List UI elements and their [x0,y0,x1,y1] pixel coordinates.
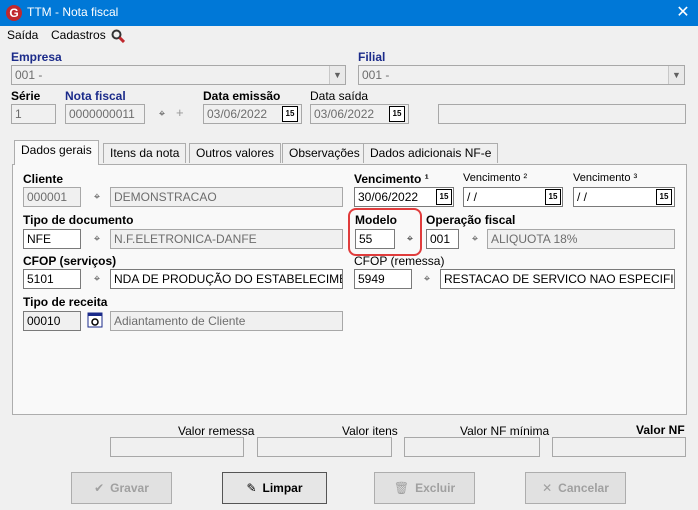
operacao-fiscal-label: Operação fiscal [426,213,516,227]
operacao-fiscal-code-field[interactable]: 001 [426,229,459,249]
close-icon[interactable]: ✕ [672,2,694,24]
valor-nf-minima-label: Valor NF mínima [460,424,550,438]
search-list-icon[interactable] [87,312,103,328]
cliente-name-field: DEMONSTRACAO [110,187,343,207]
tipo-documento-label: Tipo de documento [23,213,134,227]
binoculars-icon[interactable]: ⌖ [155,108,169,120]
chevron-down-icon[interactable]: ▼ [668,66,684,84]
binoculars-icon[interactable]: ⌖ [468,233,482,245]
vencimento1-label: Vencimento ¹ [354,172,429,186]
menu-bar: Saída Cadastros [0,26,698,46]
calendar-icon[interactable]: 15 [436,189,452,205]
tipo-documento-code-field[interactable]: NFE [23,229,81,249]
plus-icon[interactable]: + [176,105,184,120]
brush-icon: ✎ [246,481,257,495]
vencimento3-label: Vencimento ³ [573,172,638,184]
empresa-combo[interactable]: 001 - ▼ [11,65,346,85]
calendar-icon[interactable]: 15 [545,189,561,205]
tipo-receita-label: Tipo de receita [23,295,108,309]
valor-itens-field [257,437,392,457]
status-field [438,104,686,124]
tab-dados-adicionais-nfe[interactable]: Dados adicionais NF-e [363,143,499,163]
valor-nf-minima-field [404,437,540,457]
operacao-fiscal-name-field: ALIQUOTA 18% [487,229,675,249]
chevron-down-icon[interactable]: ▼ [329,66,345,84]
window-title: TTM - Nota fiscal [27,5,119,19]
data-saida-label: Data saída [310,89,369,103]
menu-cadastros[interactable]: Cadastros [51,28,106,42]
excluir-button[interactable]: 🗑 Excluir [374,472,475,504]
menu-saida[interactable]: Saída [7,28,38,42]
tipo-receita-name-field: Adiantamento de Cliente [110,311,343,331]
tab-dados-gerais[interactable]: Dados gerais [14,140,99,165]
binoculars-icon[interactable]: ⌖ [90,233,104,245]
limpar-button[interactable]: ✎ Limpar [222,472,327,504]
cliente-code-field[interactable]: 000001 [23,187,81,207]
trash-icon: 🗑 [393,481,410,495]
nota-fiscal-label: Nota fiscal [65,89,126,103]
gravar-button[interactable]: ✔ Gravar [71,472,172,504]
valor-nf-label: Valor NF [636,423,685,437]
tipo-documento-name-field: N.F.ELETRONICA-DANFE [110,229,343,249]
tab-itens-da-nota[interactable]: Itens da nota [103,143,187,163]
tab-observacoes[interactable]: Observações [282,143,367,163]
binoculars-icon[interactable]: ⌖ [420,273,434,285]
valor-itens-label: Valor itens [342,424,398,438]
valor-remessa-label: Valor remessa [178,424,255,438]
title-bar: G TTM - Nota fiscal ✕ [0,0,698,26]
vencimento2-label: Vencimento ² [463,172,528,184]
filial-label: Filial [358,50,386,64]
cfop-servicos-name-field: NDA DE PRODUÇÃO DO ESTABELECIMENTO [110,269,343,289]
cfop-remessa-code-field[interactable]: 5949 [354,269,412,289]
tipo-receita-code-field[interactable]: 00010 [23,311,81,331]
serie-field[interactable]: 1 [11,104,56,124]
valor-remessa-field [110,437,244,457]
cliente-label: Cliente [23,172,64,186]
binoculars-icon[interactable]: ⌖ [90,273,104,285]
modelo-highlight [348,208,422,256]
search-icon[interactable] [111,29,125,43]
serie-label: Série [11,89,41,103]
filial-combo[interactable]: 001 - ▼ [358,65,685,85]
app-logo-icon: G [6,5,22,21]
calendar-icon[interactable]: 15 [656,189,672,205]
calendar-icon[interactable]: 15 [282,106,298,122]
tab-outros-valores[interactable]: Outros valores [189,143,282,163]
cfop-remessa-name-field: RESTACAO DE SERVICO NAO ESPECIFICADO [440,269,675,289]
cancel-icon: ✕ [542,481,553,495]
calendar-icon[interactable]: 15 [389,106,405,122]
cfop-remessa-label: CFOP (remessa) [354,254,445,268]
valor-nf-field [552,437,686,457]
binoculars-icon[interactable]: ⌖ [90,191,104,203]
checkmark-icon: ✔ [94,481,105,495]
cancelar-button[interactable]: ✕ Cancelar [525,472,626,504]
data-emissao-label: Data emissão [203,89,281,103]
nota-fiscal-field[interactable]: 0000000011 [65,104,145,124]
empresa-label: Empresa [11,50,62,64]
cfop-servicos-label: CFOP (serviços) [23,254,117,268]
cfop-servicos-code-field[interactable]: 5101 [23,269,81,289]
